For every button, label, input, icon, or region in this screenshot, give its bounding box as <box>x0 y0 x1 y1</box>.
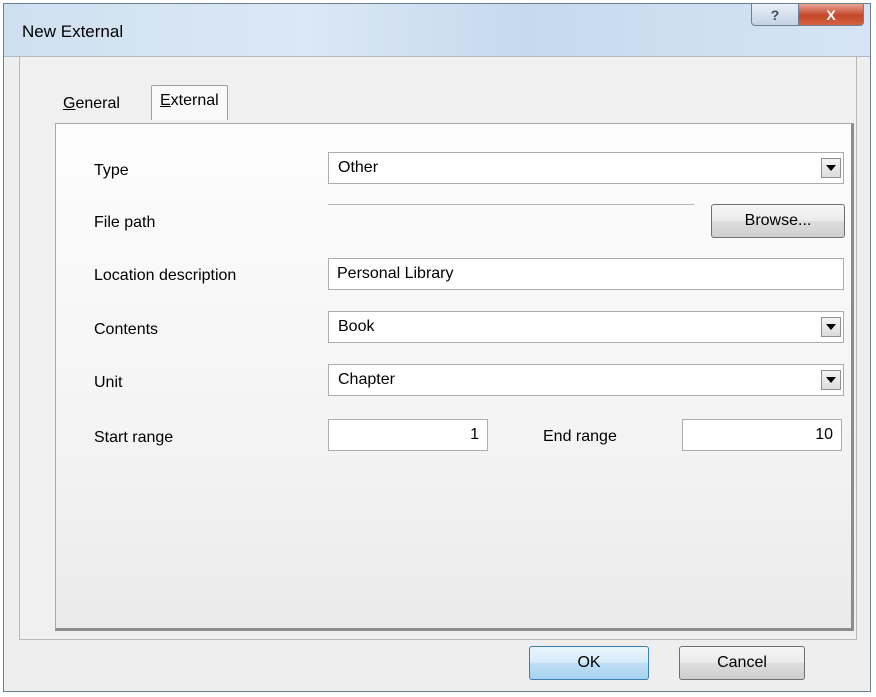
tab-external[interactable]: External <box>151 85 228 120</box>
unit-label: Unit <box>94 374 123 391</box>
help-icon: ? <box>770 6 780 23</box>
type-label: Type <box>94 162 129 179</box>
chevron-down-icon[interactable] <box>821 370 841 390</box>
dialog-body: General External Type Other File path Br… <box>19 56 857 640</box>
tab-general-label: eneral <box>75 95 120 112</box>
location-description-label: Location description <box>94 267 237 284</box>
contents-label: Contents <box>94 321 159 338</box>
end-range-label: End range <box>543 428 617 445</box>
start-range-label: Start range <box>94 429 174 446</box>
tab-external-accel: E <box>160 92 171 109</box>
ok-button[interactable]: OK <box>529 646 649 680</box>
browse-button[interactable]: Browse... <box>711 204 845 238</box>
close-button[interactable]: X <box>798 4 864 26</box>
title-bar: New External ? X <box>4 4 870 57</box>
type-select[interactable]: Other <box>328 152 844 184</box>
tab-external-label: xternal <box>170 92 219 109</box>
location-description-input[interactable] <box>328 258 844 290</box>
help-button[interactable]: ? <box>751 4 799 26</box>
chevron-down-icon[interactable] <box>821 317 841 337</box>
cancel-button[interactable]: Cancel <box>679 646 805 680</box>
contents-select[interactable]: Book <box>328 311 844 343</box>
unit-select[interactable]: Chapter <box>328 364 844 396</box>
unit-value: Chapter <box>338 371 395 388</box>
start-range-input[interactable] <box>328 419 488 451</box>
contents-value: Book <box>338 318 375 335</box>
tab-general-accel: G <box>63 95 76 112</box>
type-value: Other <box>338 159 379 176</box>
chevron-down-icon[interactable] <box>821 158 841 178</box>
tab-general[interactable]: General <box>63 95 120 113</box>
file-path-field[interactable] <box>328 204 694 205</box>
end-range-input[interactable] <box>682 419 842 451</box>
external-tab-page: Type Other File path Browse... Location … <box>55 123 854 631</box>
window-title: New External <box>22 22 124 41</box>
close-icon: X <box>826 6 836 23</box>
dialog-window: New External ? X General External Type O… <box>3 3 871 692</box>
file-path-label: File path <box>94 214 156 231</box>
